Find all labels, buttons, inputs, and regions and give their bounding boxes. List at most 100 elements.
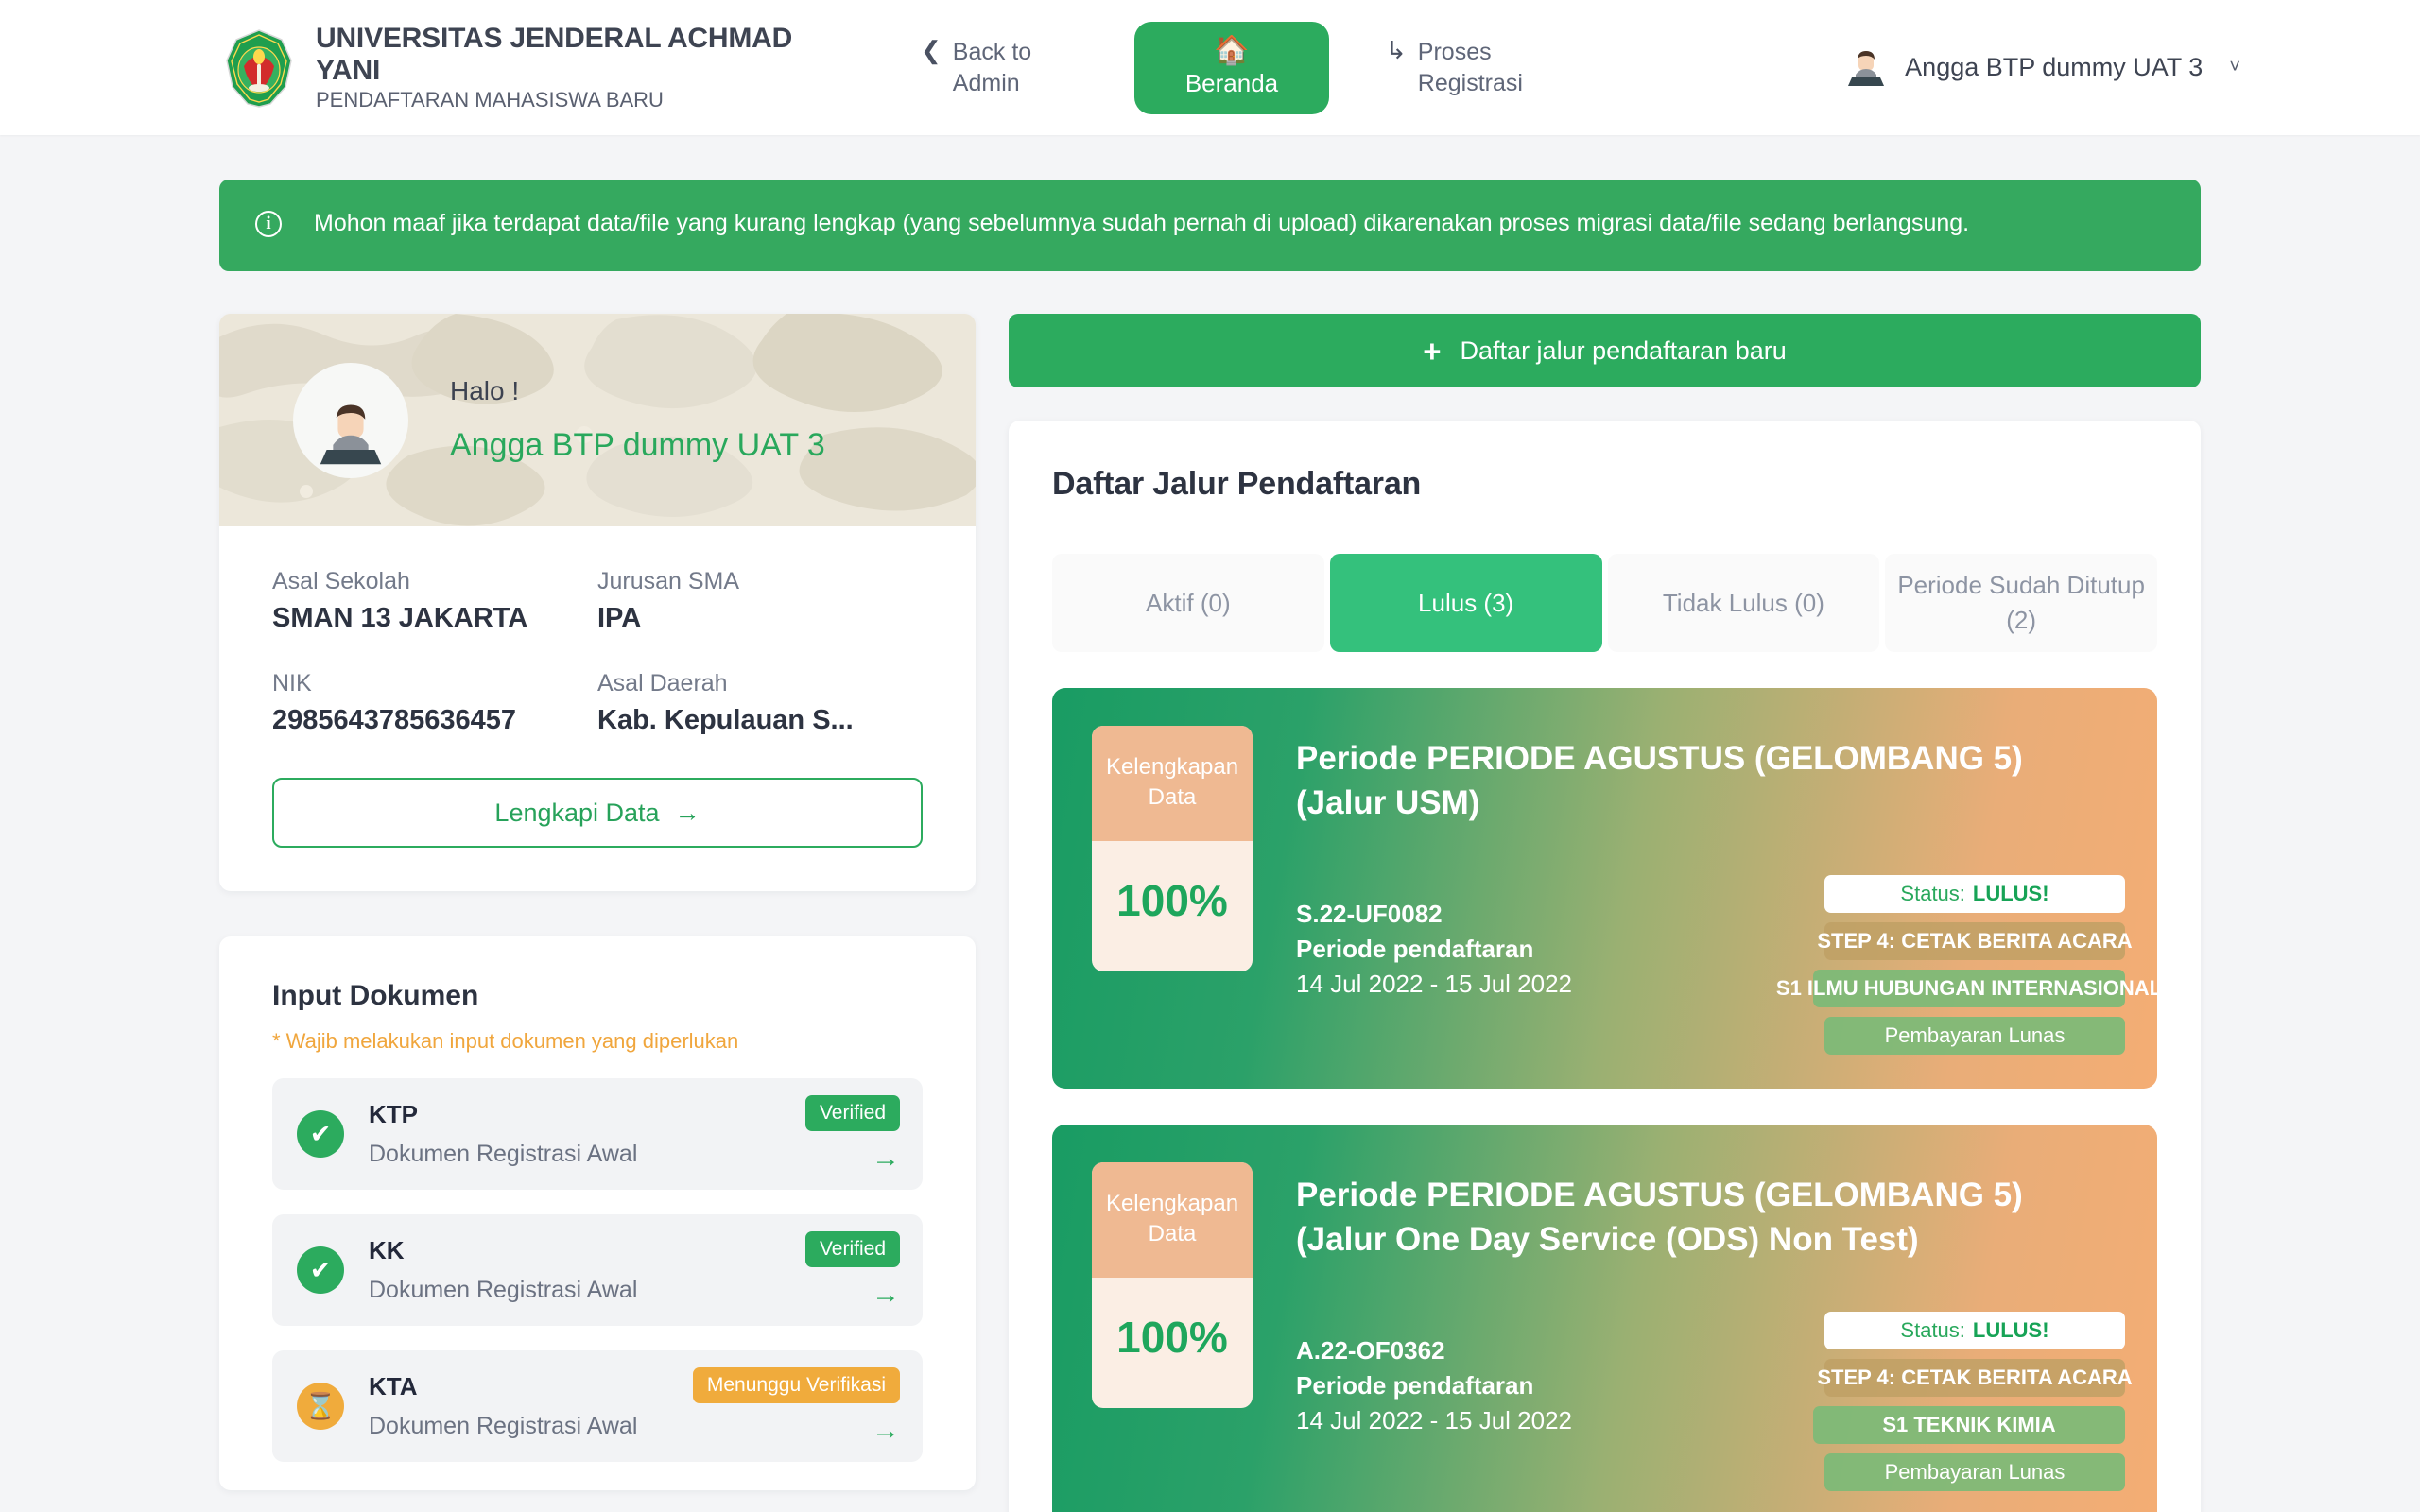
user-menu[interactable]: Angga BTP dummy UAT 3 ˅ [1844, 46, 2240, 90]
university-logo-icon [223, 28, 295, 108]
document-info: KK Dokumen Registrasi Awal [369, 1236, 781, 1304]
registration-card-badges: Status: LULUS! STEP 4: CETAK BERITA ACAR… [1813, 1312, 2133, 1491]
home-icon: 🏠 [1214, 35, 1250, 66]
tab-periode-sudah-ditutup[interactable]: Periode Sudah Ditutup (2) [1885, 554, 2157, 652]
info-icon: i [255, 211, 282, 237]
migration-alert-text: Mohon maaf jika terdapat data/file yang … [314, 210, 1970, 236]
nav-proses-registrasi[interactable]: ↳ Proses Registrasi [1365, 27, 1564, 108]
user-name: Angga BTP dummy UAT 3 [1905, 53, 2204, 81]
registration-tabs: Aktif (0) Lulus (3) Tidak Lulus (0) Peri… [1052, 554, 2157, 652]
arrow-right-icon: → [674, 798, 700, 827]
registration-list-card: Daftar Jalur Pendaftaran Aktif (0) Lulus… [1009, 421, 2201, 1512]
profile-card: Halo ! Angga BTP dummy UAT 3 Asal Sekola… [219, 314, 976, 891]
step-badge: STEP 4: CETAK BERITA ACARA [1817, 922, 2133, 960]
status-value: LULUS! [1972, 1318, 2049, 1342]
page-body: i Mohon maaf jika terdapat data/file yan… [0, 180, 2420, 1512]
main-nav: ❮ Back to Admin 🏠 Beranda ↳ Proses Regis… [900, 21, 1564, 114]
tab-lulus[interactable]: Lulus (3) [1329, 554, 1602, 652]
payment-badge: Pembayaran Lunas [1824, 1453, 2125, 1491]
nav-beranda-label: Beranda [1184, 69, 1279, 97]
field-label: Asal Sekolah [272, 568, 410, 594]
documents-note: * Wajib melakukan input dokumen yang dip… [272, 1029, 739, 1053]
hourglass-icon: ⌛ [297, 1383, 344, 1430]
profile-field-jurusan-sma: Jurusan SMA IPA [597, 568, 923, 634]
top-header: UNIVERSITAS JENDERAL ACHMAD YANI PENDAFT… [0, 0, 2420, 135]
completeness-label: Kelengkapan Data [1092, 1162, 1253, 1279]
profile-greeting-block: Halo ! Angga BTP dummy UAT 3 [450, 376, 825, 464]
profile-field-asal-sekolah: Asal Sekolah SMAN 13 JAKARTA [272, 568, 597, 634]
document-status-group: Menunggu Verifikasi → [692, 1367, 900, 1445]
right-column: + Daftar jalur pendaftaran baru Daftar J… [1009, 314, 2201, 1512]
registration-list-title: Daftar Jalur Pendaftaran [1052, 466, 1422, 502]
tab-label: Aktif (0) [1146, 588, 1231, 617]
status-prefix: Status: [1900, 882, 1965, 905]
completeness-value: 100% [1116, 1313, 1228, 1363]
document-desc: Dokumen Registrasi Awal [369, 1277, 638, 1303]
document-desc: Dokumen Registrasi Awal [369, 1413, 638, 1439]
document-row-kta[interactable]: ⌛ KTA Dokumen Registrasi Awal Menunggu V… [272, 1350, 923, 1462]
field-value: IPA [597, 603, 642, 633]
brand-subtitle: PENDAFTARAN MAHASISWA BARU [316, 88, 664, 112]
check-icon: ✔ [297, 1246, 344, 1294]
brand-text: UNIVERSITAS JENDERAL ACHMAD YANI PENDAFT… [316, 23, 845, 112]
arrow-right-icon[interactable]: → [872, 1417, 900, 1445]
registration-card[interactable]: Kelengkapan Data 100% Periode PERIODE AG… [1052, 1125, 2157, 1512]
content-columns: Halo ! Angga BTP dummy UAT 3 Asal Sekola… [219, 314, 2201, 1512]
avatar [1844, 46, 1888, 90]
left-column: Halo ! Angga BTP dummy UAT 3 Asal Sekola… [219, 314, 976, 1490]
nav-proses-registrasi-label: Proses Registrasi [1417, 39, 1523, 96]
document-row-kk[interactable]: ✔ KK Dokumen Registrasi Awal Verified → [272, 1214, 923, 1326]
add-registration-button[interactable]: + Daftar jalur pendaftaran baru [1009, 314, 2201, 387]
arrow-return-icon: ↳ [1386, 36, 1407, 64]
document-desc: Dokumen Registrasi Awal [369, 1141, 638, 1167]
plus-icon: + [1423, 333, 1442, 369]
document-name: KTP [369, 1100, 418, 1128]
completeness-label: Kelengkapan Data [1092, 726, 1253, 842]
lengkapi-data-button[interactable]: Lengkapi Data → [272, 778, 923, 848]
nav-back-to-admin-label: Back to Admin [952, 39, 1032, 96]
tab-tidak-lulus[interactable]: Tidak Lulus (0) [1607, 554, 1880, 652]
document-name: KK [369, 1236, 405, 1264]
profile-greeting: Halo ! [450, 376, 520, 405]
status-badge: Verified [804, 1095, 900, 1131]
profile-header: Halo ! Angga BTP dummy UAT 3 [219, 314, 976, 526]
check-icon: ✔ [297, 1110, 344, 1158]
field-value: Kab. Kepulauan S... [597, 705, 854, 735]
chevron-left-icon: ❮ [921, 36, 942, 64]
brand-title: UNIVERSITAS JENDERAL ACHMAD YANI [316, 23, 793, 86]
nav-back-to-admin[interactable]: ❮ Back to Admin [900, 27, 1098, 108]
registration-card-badges: Status: LULUS! STEP 4: CETAK BERITA ACAR… [1776, 875, 2157, 1055]
registration-card-title: Periode PERIODE AGUSTUS (GELOMBANG 5) (J… [1296, 740, 2023, 821]
registration-card[interactable]: Kelengkapan Data 100% Periode PERIODE AG… [1052, 688, 2157, 1089]
add-registration-label: Daftar jalur pendaftaran baru [1460, 335, 1787, 365]
arrow-right-icon[interactable]: → [872, 1280, 900, 1309]
document-status-group: Verified → [804, 1095, 900, 1173]
arrow-right-icon[interactable]: → [872, 1144, 900, 1173]
document-info: KTP Dokumen Registrasi Awal [369, 1100, 781, 1168]
documents-title: Input Dokumen [272, 980, 479, 1011]
completeness-value: 100% [1116, 876, 1228, 926]
tab-aktif[interactable]: Aktif (0) [1052, 554, 1324, 652]
status-prefix: Status: [1900, 1318, 1965, 1342]
nav-beranda[interactable]: 🏠 Beranda [1134, 21, 1329, 114]
document-info: KTA Dokumen Registrasi Awal [369, 1372, 668, 1440]
completeness-box: Kelengkapan Data 100% [1092, 726, 1253, 972]
documents-card: Input Dokumen * Wajib melakukan input do… [219, 936, 976, 1490]
prodi-badge: S1 TEKNIK KIMIA [1813, 1406, 2125, 1444]
status-badge: Status: LULUS! [1824, 1312, 2125, 1349]
completeness-box: Kelengkapan Data 100% [1092, 1162, 1253, 1409]
migration-alert: i Mohon maaf jika terdapat data/file yan… [219, 180, 2201, 271]
field-value: 2985643785636457 [272, 705, 517, 735]
payment-badge: Pembayaran Lunas [1824, 1017, 2125, 1055]
lengkapi-data-label: Lengkapi Data [494, 798, 660, 827]
document-row-ktp[interactable]: ✔ KTP Dokumen Registrasi Awal Verified → [272, 1078, 923, 1190]
brand: UNIVERSITAS JENDERAL ACHMAD YANI PENDAFT… [223, 23, 845, 112]
status-badge: Menunggu Verifikasi [692, 1367, 900, 1403]
status-value: LULUS! [1972, 882, 2049, 905]
document-name: KTA [369, 1372, 418, 1400]
registration-card-title: Periode PERIODE AGUSTUS (GELOMBANG 5) (J… [1296, 1177, 2023, 1258]
document-status-group: Verified → [804, 1231, 900, 1309]
chevron-down-icon[interactable]: ˅ [2229, 57, 2240, 78]
field-value: SMAN 13 JAKARTA [272, 603, 528, 633]
field-label: Jurusan SMA [597, 568, 740, 594]
